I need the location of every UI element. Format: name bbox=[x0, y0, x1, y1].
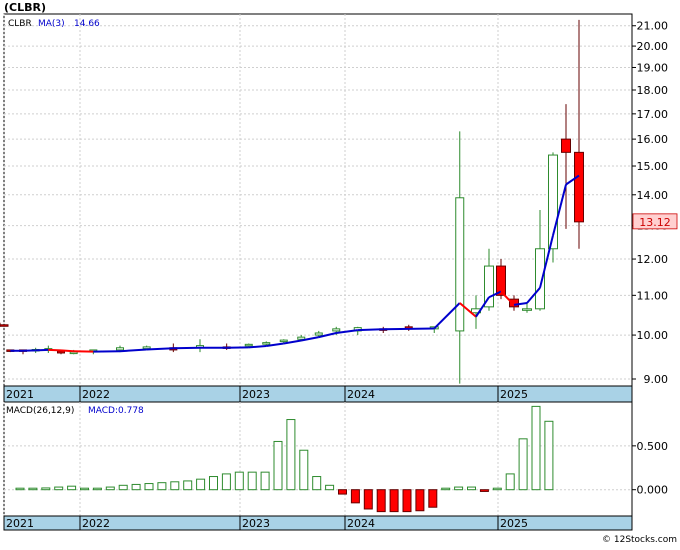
macd-bar bbox=[468, 487, 476, 490]
candle-body bbox=[562, 139, 571, 152]
price-y-tick-label: 9.00 bbox=[644, 373, 669, 386]
last-price-tag: 13.12 bbox=[633, 214, 677, 229]
price-x-tick-label: 2025 bbox=[500, 388, 528, 401]
price-x-tick-label: 2023 bbox=[242, 388, 270, 401]
price-x-tick-label: 2022 bbox=[82, 388, 110, 401]
macd-bar bbox=[455, 487, 463, 490]
macd-bar bbox=[68, 486, 76, 490]
macd-y-tick-label: 0.000 bbox=[637, 484, 669, 497]
price-y-tick-label: 14.00 bbox=[637, 189, 669, 202]
price-y-tick-label: 11.00 bbox=[637, 289, 669, 302]
macd-bar bbox=[145, 484, 153, 490]
candle-body bbox=[456, 198, 464, 331]
legend-ma-label: MA(3) bbox=[38, 19, 65, 29]
macd-bar bbox=[339, 490, 347, 494]
price-y-tick-label: 19.00 bbox=[637, 61, 669, 74]
macd-bar bbox=[106, 487, 114, 490]
macd-bar bbox=[42, 488, 50, 490]
macd-bar bbox=[222, 474, 230, 490]
candle-body bbox=[333, 329, 340, 331]
candle-body bbox=[143, 347, 150, 349]
macd-x-tick-label: 2025 bbox=[500, 517, 528, 530]
macd-panel: 0.000 0.500 2021 2022 2023 2024 2025 MACD(26,… bbox=[4, 402, 668, 530]
candle-body bbox=[70, 352, 77, 354]
macd-bar bbox=[519, 439, 527, 490]
moving-average-segment bbox=[358, 329, 384, 330]
macd-bar bbox=[390, 490, 398, 512]
moving-average-segment bbox=[147, 348, 174, 349]
macd-bar bbox=[132, 484, 140, 489]
macd-bar bbox=[416, 490, 424, 511]
macd-bar bbox=[197, 479, 205, 490]
macd-x-tick-label: 2022 bbox=[82, 517, 110, 530]
legend-symbol: CLBR bbox=[8, 19, 32, 29]
candle-body bbox=[117, 348, 124, 350]
macd-bar bbox=[158, 483, 166, 490]
price-y-tick-label: 15.00 bbox=[637, 160, 669, 173]
last-price-label: 13.12 bbox=[639, 216, 671, 229]
macd-bar bbox=[377, 490, 385, 512]
price-y-tick-label: 21.00 bbox=[637, 20, 669, 33]
candle-body bbox=[263, 343, 270, 345]
macd-bar bbox=[287, 420, 295, 490]
macd-bar bbox=[235, 472, 243, 490]
candle-body bbox=[497, 266, 506, 295]
price-x-tick-label: 2024 bbox=[347, 388, 375, 401]
macd-x-tick-label: 2024 bbox=[347, 517, 375, 530]
macd-bar bbox=[261, 472, 269, 490]
candle-body bbox=[575, 152, 584, 222]
legend-ma-value: 14.66 bbox=[74, 19, 100, 29]
macd-bar bbox=[93, 488, 101, 490]
macd-x-tick-label: 2023 bbox=[242, 517, 270, 530]
macd-bar bbox=[248, 472, 256, 490]
macd-x-tick-label: 2021 bbox=[6, 517, 34, 530]
candle-body bbox=[0, 325, 8, 327]
price-x-tick-label: 2021 bbox=[6, 388, 34, 401]
macd-legend-label: MACD(26,12,9) bbox=[6, 406, 74, 416]
macd-bar bbox=[351, 490, 359, 503]
macd-bar bbox=[545, 421, 553, 489]
candle-body bbox=[523, 309, 532, 311]
macd-bar bbox=[313, 477, 321, 490]
macd-bar bbox=[532, 406, 540, 489]
price-panel: 9.0010.0011.0012.0013.0014.0015.0016.001… bbox=[0, 1, 677, 402]
macd-bar bbox=[119, 485, 127, 489]
candle-body bbox=[298, 337, 305, 339]
moving-average-segment bbox=[61, 350, 74, 351]
chart-stage: 9.0010.0011.0012.0013.0014.0015.0016.001… bbox=[0, 0, 680, 546]
macd-bar bbox=[403, 490, 411, 512]
macd-bar bbox=[429, 490, 437, 508]
macd-bar bbox=[300, 450, 308, 489]
price-y-tick-label: 12.00 bbox=[637, 253, 669, 266]
macd-bar bbox=[171, 482, 179, 490]
price-y-tick-label: 16.00 bbox=[637, 133, 669, 146]
macd-bar bbox=[210, 477, 218, 490]
macd-bar bbox=[480, 490, 488, 492]
price-y-tick-label: 20.00 bbox=[637, 40, 669, 53]
price-y-tick-label: 17.00 bbox=[637, 108, 669, 121]
macd-bar bbox=[184, 481, 192, 490]
candle-body bbox=[280, 340, 287, 342]
macd-bar bbox=[16, 488, 24, 490]
macd-bar bbox=[81, 488, 89, 490]
price-y-tick-label: 18.00 bbox=[637, 84, 669, 97]
copyright-credit: © 12Stocks.com bbox=[602, 535, 677, 545]
macd-bar bbox=[55, 487, 63, 490]
stock-chart: 9.0010.0011.0012.0013.0014.0015.0016.001… bbox=[0, 0, 680, 546]
macd-bar bbox=[442, 488, 450, 490]
macd-bar bbox=[506, 474, 514, 490]
macd-y-tick-label: 0.500 bbox=[637, 440, 669, 453]
price-y-tick-label: 10.00 bbox=[637, 329, 669, 342]
macd-bar bbox=[274, 441, 282, 489]
candle-body bbox=[315, 333, 322, 335]
candle-body bbox=[245, 344, 252, 346]
moving-average-segment bbox=[249, 346, 267, 347]
macd-legend-value: MACD:0.778 bbox=[88, 406, 144, 416]
macd-bar bbox=[29, 488, 37, 490]
macd-bar bbox=[364, 490, 372, 509]
chart-title: (CLBR) bbox=[4, 1, 46, 14]
macd-bar bbox=[326, 485, 334, 489]
macd-bar bbox=[493, 488, 501, 490]
